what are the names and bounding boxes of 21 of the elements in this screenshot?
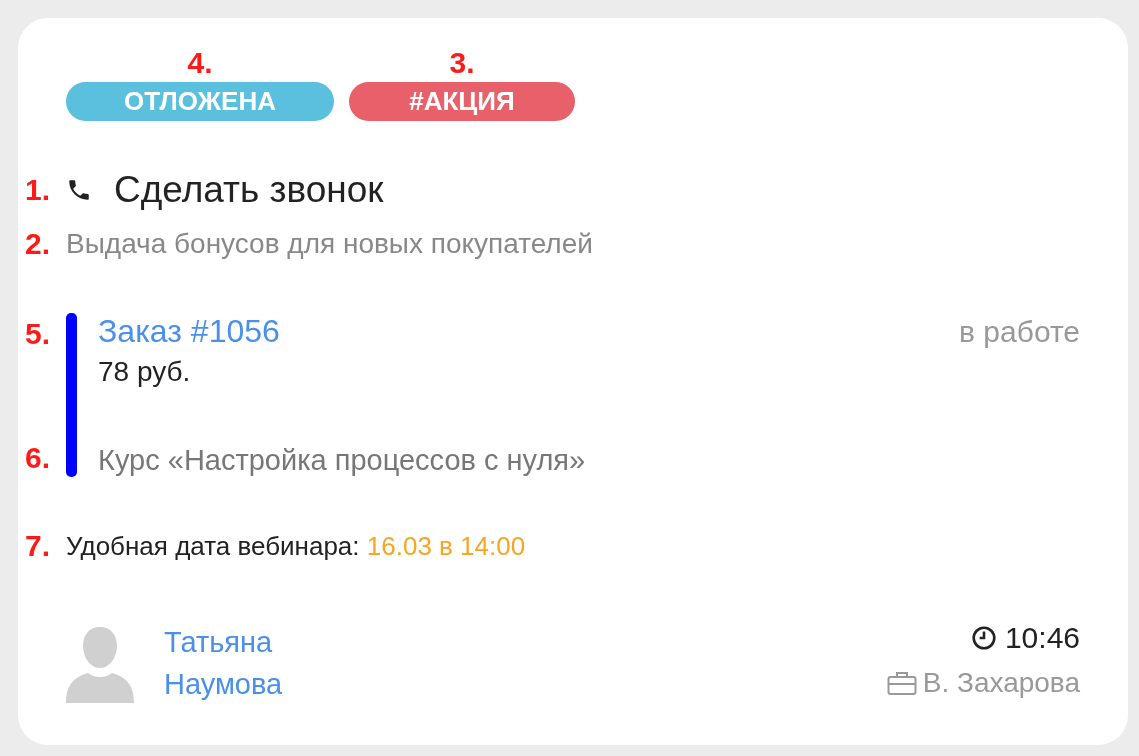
webinar-date: Удобная дата вебинара: 16.03 в 14:00 [66, 530, 527, 562]
annotation-number: 7. [25, 529, 52, 563]
briefcase-icon [886, 670, 917, 696]
order-status: в работе [959, 314, 1080, 349]
clock-icon [970, 625, 997, 651]
order-amount: 78 руб. [98, 356, 192, 388]
annotation-number: 5. [25, 317, 52, 351]
order-link[interactable]: Заказ #1056 [98, 313, 280, 350]
manager-name: В. Захарова [922, 667, 1080, 699]
status-tag: #АКЦИЯ [349, 82, 575, 121]
status-tag: ОТЛОЖЕНА [66, 82, 334, 121]
contact-name[interactable]: Татьяна Наумова [164, 621, 314, 706]
annotation-number: 1. [25, 173, 52, 207]
annotation-number: 6. [25, 441, 52, 475]
task-time: 10:46 [1004, 621, 1080, 655]
task-description: Выдача бонусов для новых покупателей [66, 228, 594, 260]
product-name: Курс «Настройка процессов с нуля» [98, 444, 587, 477]
task-title: Сделать звонок [114, 169, 384, 211]
annotation-number: 4. [187, 46, 213, 80]
annotation-number: 3. [449, 46, 475, 80]
annotation-number: 2. [25, 227, 52, 261]
